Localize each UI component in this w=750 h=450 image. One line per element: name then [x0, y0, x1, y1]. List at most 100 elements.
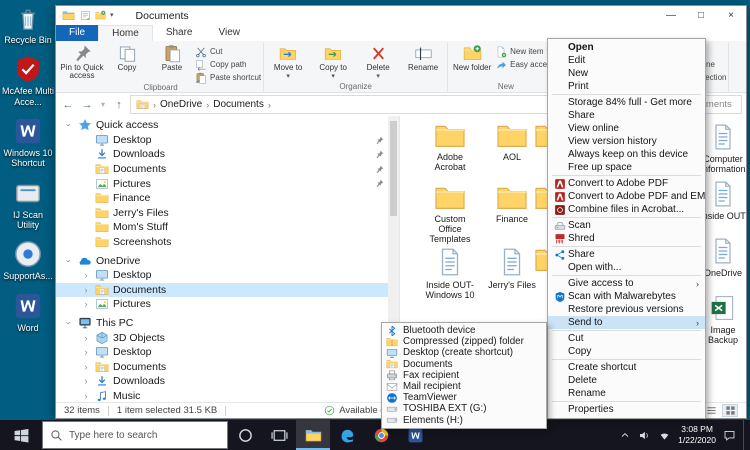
nav-item-documents[interactable]: Documents — [56, 162, 399, 177]
breadcrumb-onedrive[interactable]: OneDrive — [160, 99, 202, 110]
ribbon-copy-button[interactable]: Copy — [105, 42, 149, 82]
close-button[interactable]: × — [716, 6, 746, 25]
large-icons-view-button[interactable] — [722, 404, 738, 417]
context-menu-item-always-keep-on-this-device[interactable]: Always keep on this device — [548, 148, 705, 161]
ribbon-new-folder-button[interactable]: New folder — [450, 42, 494, 82]
show-desktop-button[interactable] — [743, 420, 747, 450]
context-menu-item-print[interactable]: Print — [548, 80, 705, 93]
forward-button[interactable]: → — [79, 99, 95, 111]
sendto-item-mail-recipient[interactable]: Mail recipient — [382, 381, 546, 392]
ribbon-tab-share[interactable]: Share — [153, 25, 206, 41]
expander-icon[interactable]: › — [81, 391, 91, 401]
file-item-adobe-acrobat[interactable]: Adobe Acrobat — [422, 120, 478, 173]
context-menu-item-copy[interactable]: Copy — [548, 345, 705, 358]
expander-icon[interactable]: › — [64, 318, 74, 328]
qat-dropdown-icon[interactable]: ▾ — [110, 12, 114, 19]
ribbon-rename-button[interactable]: Rename — [401, 42, 445, 82]
ribbon-tab-view[interactable]: View — [206, 25, 254, 41]
file-item-custom-office-templates[interactable]: Custom Office Templates — [422, 182, 478, 245]
maximize-button[interactable]: □ — [686, 6, 716, 25]
sendto-item-documents[interactable]: Documents — [382, 359, 546, 370]
expander-icon[interactable]: › — [81, 285, 91, 295]
desktop-icon-mcafee-multi-acce[interactable]: McAfee Multi Acce... — [2, 54, 54, 107]
network-button[interactable] — [658, 429, 671, 442]
nav-item-screenshots[interactable]: Screenshots — [56, 235, 399, 250]
context-menu-item-combine-files-in-acrobat[interactable]: Combine files in Acrobat... — [548, 203, 705, 216]
desktop-icon-ij-scan-utility[interactable]: IJ Scan Utility — [2, 178, 54, 231]
nav-item-mom-s-stuff[interactable]: Mom's Stuff — [56, 220, 399, 235]
ribbon-tab-file[interactable]: File — [56, 25, 98, 41]
back-button[interactable]: ← — [60, 99, 76, 111]
desktop-icon-supportas[interactable]: SupportAs... — [2, 239, 54, 281]
file-item-inside-out[interactable]: Inside OUT — [700, 177, 746, 222]
expander-icon[interactable]: › — [81, 362, 91, 372]
file-item-computer-information[interactable]: Computer Information — [700, 120, 746, 175]
expander-icon[interactable]: › — [64, 120, 74, 130]
context-menu-item-free-up-space[interactable]: Free up space — [548, 161, 705, 174]
quick-access-toolbar[interactable]: ▾ — [56, 9, 114, 22]
context-menu-item-view-online[interactable]: View online — [548, 122, 705, 135]
context-menu-item-shred[interactable]: Shred — [548, 232, 705, 245]
tray-expand-button[interactable] — [619, 429, 631, 441]
sendto-item-teamviewer[interactable]: TeamViewer — [382, 392, 546, 403]
sendto-item-desktop-create-shortcut[interactable]: Desktop (create shortcut) — [382, 347, 546, 358]
expander-icon[interactable]: › — [81, 299, 91, 309]
ribbon-paste-button[interactable]: Paste — [150, 42, 194, 82]
nav-item-finance[interactable]: Finance — [56, 191, 399, 206]
ribbon-pin-to-quick-access-button[interactable]: Pin to Quick access — [60, 42, 104, 82]
expander-icon[interactable]: › — [81, 333, 91, 343]
context-menu-item-cut[interactable]: Cut — [548, 332, 705, 345]
taskbar-edge[interactable] — [330, 420, 364, 450]
ribbon-paste-shortcut-button[interactable]: Paste shortcut — [195, 72, 261, 83]
context-menu-item-storage-84-full-get-more[interactable]: Storage 84% full - Get more — [548, 96, 705, 109]
expander-icon[interactable]: › — [81, 270, 91, 280]
nav-item-documents[interactable]: ›Documents — [56, 283, 399, 298]
nav-item-downloads[interactable]: ›Downloads — [56, 374, 399, 389]
context-menu-item-restore-previous-versions[interactable]: Restore previous versions — [548, 303, 705, 316]
file-item-onedrive[interactable]: OneDrive — [700, 234, 746, 279]
context-menu-item-create-shortcut[interactable]: Create shortcut — [548, 361, 705, 374]
context-menu-item-open[interactable]: Open — [548, 41, 705, 54]
taskbar-search[interactable]: Type here to search — [42, 421, 228, 449]
breadcrumb-documents[interactable]: Documents — [213, 99, 264, 110]
context-menu-item-view-version-history[interactable]: View version history — [548, 135, 705, 148]
context-menu-item-scan[interactable]: Scan — [548, 219, 705, 232]
ribbon-copy-to-button[interactable]: Copy to▾ — [311, 42, 355, 82]
context-menu-item-convert-to-adobe-pdf-and-email[interactable]: Convert to Adobe PDF and EMail — [548, 190, 705, 203]
nav-item-downloads[interactable]: Downloads — [56, 147, 399, 162]
taskbar-task-view[interactable] — [262, 420, 296, 450]
ribbon-copy-path-button[interactable]: Copy path — [195, 59, 261, 70]
file-item-image-backup[interactable]: Image Backup — [700, 291, 746, 346]
nav-item-documents[interactable]: ›Documents — [56, 360, 399, 375]
ribbon-cut-button[interactable]: Cut — [195, 46, 261, 57]
taskbar-cortana[interactable] — [228, 420, 262, 450]
sendto-item-toshiba-ext-g[interactable]: TOSHIBA EXT (G:) — [382, 403, 546, 414]
nav-item-desktop[interactable]: ›Desktop — [56, 268, 399, 283]
desktop-icon-word[interactable]: Word — [2, 291, 54, 333]
nav-item-3d-objects[interactable]: ›3D Objects — [56, 330, 399, 345]
ribbon-tab-home[interactable]: Home — [98, 25, 153, 41]
context-menu-item-new[interactable]: New — [548, 67, 705, 80]
nav-item-pictures[interactable]: Pictures — [56, 176, 399, 191]
context-menu-item-properties[interactable]: Properties — [548, 403, 705, 416]
up-button[interactable]: ↑ — [111, 99, 127, 111]
nav-item-onedrive[interactable]: ›OneDrive — [56, 253, 399, 268]
volume-button[interactable] — [638, 429, 651, 442]
context-menu-item-send-to[interactable]: Send to› — [548, 316, 705, 329]
context-menu-item-share[interactable]: Share — [548, 109, 705, 122]
taskbar-file-explorer[interactable] — [296, 420, 330, 450]
file-item-inside-out-windows-10[interactable]: Inside OUT-Windows 10 — [422, 244, 478, 301]
title-bar[interactable]: ▾ Documents —□× — [56, 6, 746, 25]
context-menu-item-edit[interactable]: Edit — [548, 54, 705, 67]
desktop-icon-recycle-bin[interactable]: Recycle Bin — [2, 3, 54, 45]
recent-locations-dropdown[interactable]: ▾ — [98, 100, 108, 109]
sendto-item-fax-recipient[interactable]: Fax recipient — [382, 370, 546, 381]
desktop-icon-windows-10-shortcut[interactable]: Windows 10 Shortcut — [2, 116, 54, 169]
start-button[interactable] — [0, 420, 42, 450]
ribbon-delete-button[interactable]: Delete▾ — [356, 42, 400, 82]
nav-item-pictures[interactable]: ›Pictures — [56, 297, 399, 312]
sendto-item-bluetooth-device[interactable]: Bluetooth device — [382, 325, 546, 336]
context-menu-item-scan-with-malwarebytes[interactable]: Scan with Malwarebytes — [548, 290, 705, 303]
nav-item-quick-access[interactable]: ›Quick access — [56, 118, 399, 133]
context-menu-item-delete[interactable]: Delete — [548, 374, 705, 387]
